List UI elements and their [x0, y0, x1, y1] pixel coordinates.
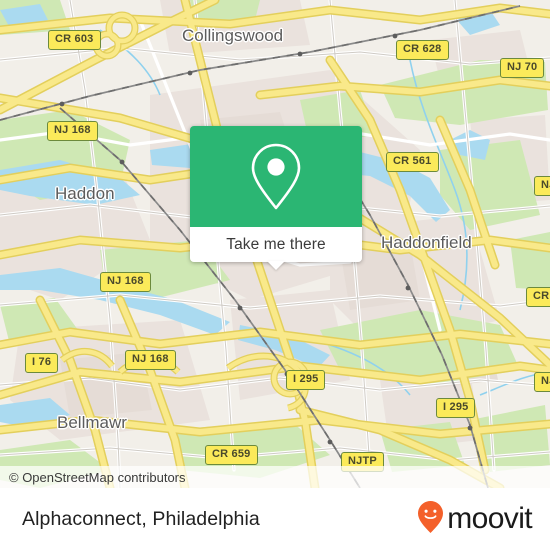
road-shield-cr-659: CR 659	[205, 445, 258, 465]
map-pin-icon	[246, 141, 306, 213]
road-shield-cr-edge: CR	[526, 287, 550, 307]
place-title: Alphaconnect, Philadelphia	[22, 507, 260, 530]
road-shield-nj-168-south: NJ 168	[125, 350, 176, 370]
road-shield-cr-561: CR 561	[386, 152, 439, 172]
road-shield-nj-edge-bottom: NJ	[534, 372, 550, 392]
road-shield-nj-168-mid: NJ 168	[100, 272, 151, 292]
road-shield-nj-168-north: NJ 168	[47, 121, 98, 141]
moovit-place-card-screen: Collingswood Haddon Haddonfield Bellmawr…	[0, 0, 550, 550]
attribution-text: © OpenStreetMap contributors	[9, 469, 186, 485]
take-me-there-label: Take me there	[226, 235, 326, 253]
road-shield-nj-70: NJ 70	[500, 58, 545, 78]
road-shield-nj-edge-top: NJ	[534, 176, 550, 196]
popup-image-area	[190, 126, 362, 227]
road-shield-cr-603: CR 603	[48, 30, 101, 50]
map-attribution: © OpenStreetMap contributors	[0, 466, 550, 488]
place-popup-card[interactable]: Take me there	[190, 126, 362, 270]
moovit-smiley-pin-icon	[417, 500, 444, 539]
popup-action-bar[interactable]: Take me there	[190, 227, 362, 270]
road-shield-i-295-west: I 295	[286, 370, 326, 390]
popup-pointer-triangle	[267, 261, 285, 270]
moovit-brand[interactable]: moovit	[417, 500, 533, 539]
road-shield-i-76: I 76	[25, 353, 59, 373]
bottom-info-bar: Alphaconnect, Philadelphia moovit	[0, 488, 550, 550]
road-shield-i-295-east: I 295	[436, 398, 476, 418]
moovit-wordmark: moovit	[447, 502, 532, 535]
road-shield-cr-628: CR 628	[396, 40, 449, 60]
